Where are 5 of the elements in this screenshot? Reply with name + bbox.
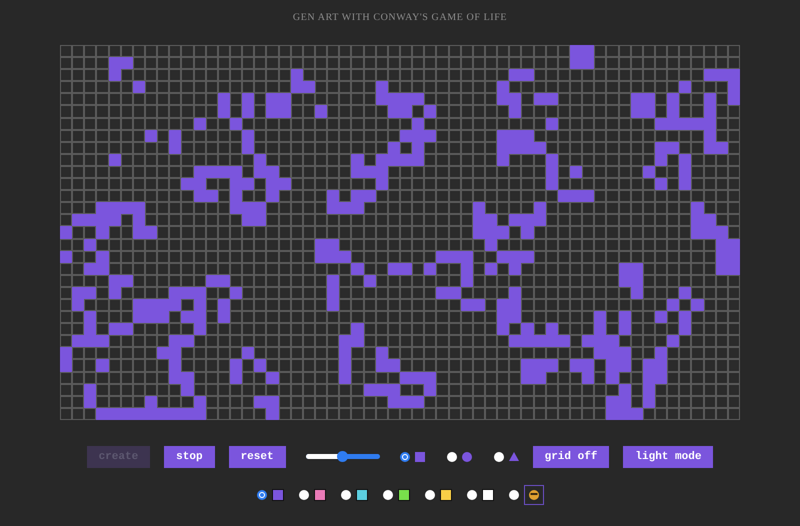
action-button[interactable]: grid off	[532, 446, 610, 468]
action-button[interactable]: reset	[228, 446, 286, 468]
action-button[interactable]: light mode	[623, 446, 714, 468]
page-title: GEN ART WITH CONWAY'S GAME OF LIFE	[292, 11, 508, 25]
action-button[interactable]: stop	[164, 446, 215, 468]
